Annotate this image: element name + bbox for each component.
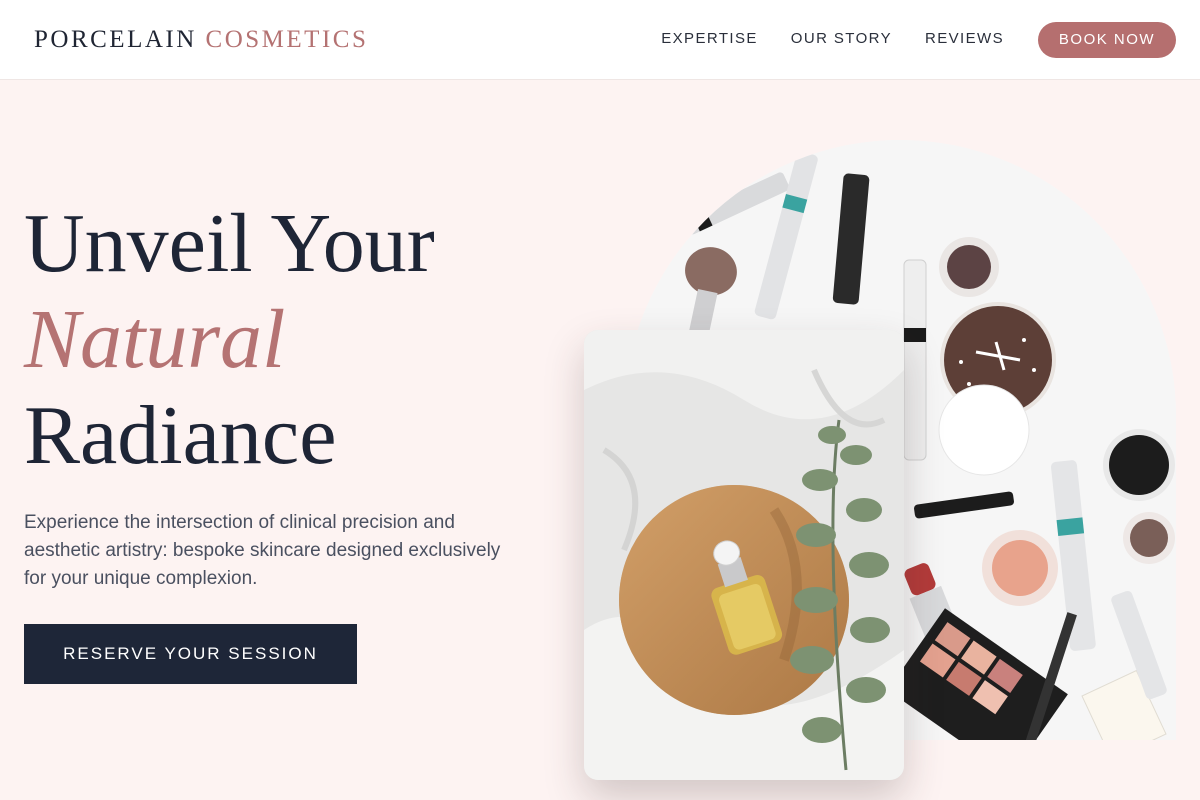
nav-link-reviews[interactable]: REVIEWS xyxy=(925,30,1004,47)
brand-name-primary: PORCELAIN xyxy=(34,26,197,53)
hero-headline: Unveil Your Natural Radiance xyxy=(24,196,435,484)
serum-bottle-image xyxy=(584,330,904,780)
headline-line-1: Unveil Your xyxy=(24,197,435,290)
brand-logo[interactable]: PORCELAIN COSMETICS xyxy=(34,26,368,54)
nav-links: EXPERTISE OUR STORY REVIEWS xyxy=(661,30,1004,47)
serum-illustration xyxy=(584,330,904,780)
nav-link-our-story[interactable]: OUR STORY xyxy=(791,30,892,47)
reserve-session-button[interactable]: RESERVE YOUR SESSION xyxy=(24,624,357,684)
top-navbar: PORCELAIN COSMETICS EXPERTISE OUR STORY … xyxy=(0,0,1200,80)
headline-line-3: Radiance xyxy=(24,389,337,482)
book-now-button[interactable]: BOOK NOW xyxy=(1038,22,1176,58)
nav-link-expertise[interactable]: EXPERTISE xyxy=(661,30,758,47)
brand-name-accent: COSMETICS xyxy=(205,26,369,53)
headline-line-2-accent: Natural xyxy=(24,293,286,386)
hero-subtext: Experience the intersection of clinical … xyxy=(24,512,501,589)
